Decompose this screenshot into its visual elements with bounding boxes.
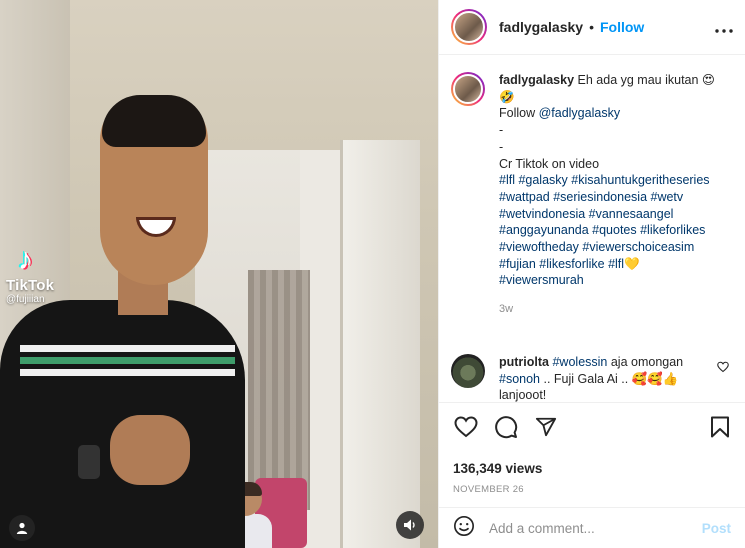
caption-mention-link[interactable]: @fadlygalasky [539,106,620,120]
post-side-panel: fadlygalasky • Follow fadlygalasky Eh ad… [438,0,745,548]
post-date[interactable]: NOVEMBER 26 [453,484,733,495]
comments-list[interactable]: fadlygalasky Eh ada yg mau ikutan 😍 🤣 Fo… [439,56,745,402]
user-icon [16,522,28,534]
save-button[interactable] [707,414,733,440]
caption-line: 🤣 [499,89,515,104]
audio-toggle-button[interactable] [396,511,424,539]
like-comment-button[interactable] [717,360,729,378]
more-horizontal-icon [715,28,733,33]
caption-username[interactable]: fadlygalasky [499,73,574,87]
video-background [340,140,420,548]
bookmark-icon [711,416,729,438]
heart-icon [717,361,729,373]
caption-credit: Cr Tiktok on video [499,156,600,171]
comment-hashtag[interactable]: #wolessin [552,355,607,369]
video-man-figure [0,95,260,548]
author-username[interactable]: fadlygalasky [499,19,583,35]
action-icon-row [453,413,733,441]
share-icon [535,417,557,437]
caption-dash: - [499,139,504,154]
tagged-users-button[interactable] [9,515,35,541]
tiktok-watermark: ♪ TikTok @fujiiian [6,243,62,305]
share-button[interactable] [533,414,559,440]
comment-icon [495,416,518,439]
post-video[interactable]: ♪ TikTok @fujiiian [0,0,438,548]
comment-composer: Post [439,507,745,548]
comment-text-part: aja omongan [607,354,684,369]
tiktok-logo-icon: ♪ [18,243,33,276]
header-separator: • [589,19,594,35]
comment-button[interactable] [493,414,519,440]
comment-hashtag[interactable]: #sonoh [499,372,540,386]
caption-age: 3w [499,303,514,316]
caption-avatar[interactable] [451,72,485,106]
follow-button[interactable]: Follow [600,19,644,35]
caption: fadlygalasky Eh ada yg mau ikutan 😍 🤣 Fo… [451,72,729,318]
heart-icon [454,416,478,438]
comment-item: putriolta #wolessin aja omongan #sonoh .… [451,353,729,402]
commenter-avatar[interactable] [451,353,485,388]
speaker-icon [404,519,415,531]
commenter-username[interactable]: putriolta [499,355,549,369]
post-header: fadlygalasky • Follow [439,0,745,55]
caption-text: fadlygalasky Eh ada yg mau ikutan 😍 🤣 Fo… [499,72,729,318]
caption-hashtags[interactable]: #viewersmurah [499,273,584,287]
like-button[interactable] [453,414,479,440]
smiley-icon [454,515,474,536]
comment-text-part: lanjooot! [499,388,547,402]
comment-input[interactable] [489,520,702,536]
yellow-heart-emoji: 💛 [624,256,640,271]
post-actions: 136,349 views NOVEMBER 26 [439,402,745,495]
author-avatar[interactable] [451,9,487,45]
tiktok-watermark-brand: TikTok [6,277,55,294]
caption-line: Eh ada yg mau ikutan 😍 [577,73,715,87]
more-options-button[interactable] [715,17,733,38]
post-comment-button[interactable]: Post [702,521,731,536]
caption-hashtags[interactable]: #lfl #galasky #kisahuntukgeritheseries #… [499,173,710,271]
tiktok-watermark-handle: @fujiiian [6,294,45,305]
caption-follow-prefix: Follow [499,106,539,121]
view-count[interactable]: 136,349 views [453,461,733,476]
emoji-button[interactable] [453,515,475,542]
comment-text: putriolta #wolessin aja omongan #sonoh .… [499,354,717,402]
caption-dash: - [499,123,504,138]
comment-text-part: .. Fuji Gala Ai .. 🥰🥰👍 [540,371,679,386]
